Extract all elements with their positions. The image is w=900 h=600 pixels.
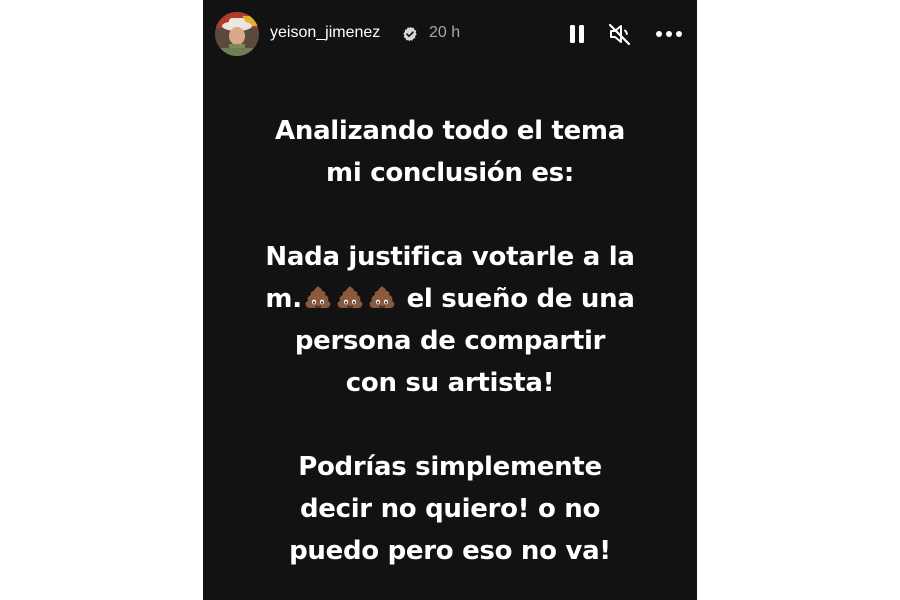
text-line: persona de compartir xyxy=(294,326,606,356)
avatar[interactable] xyxy=(215,12,259,56)
pile-of-poo-emoji-icon xyxy=(304,283,332,311)
pause-icon xyxy=(570,25,584,43)
text-line: Analizando todo el tema xyxy=(275,116,625,146)
text-fragment: el sueño de una xyxy=(406,284,635,314)
text-fragment: m. xyxy=(265,284,302,314)
story-header: yeison_jimenez 20 h xyxy=(203,0,697,68)
post-time: 20 h xyxy=(429,24,461,41)
more-options-button[interactable] xyxy=(655,20,683,48)
story-viewer[interactable]: yeison_jimenez 20 h Analizando todo el t… xyxy=(203,0,697,600)
text-line: decir no quiero! o no xyxy=(299,494,601,524)
avatar-image xyxy=(215,12,259,56)
text-line: Podrías simplemente xyxy=(298,452,602,482)
text-line: Nada justifica votarle a la xyxy=(265,242,635,272)
text-line: con su artista! xyxy=(345,368,555,398)
story-text: Analizando todo el tema mi conclusión es… xyxy=(203,110,697,572)
pause-button[interactable] xyxy=(563,20,591,48)
pile-of-poo-emoji-icon xyxy=(368,283,396,311)
mute-button[interactable] xyxy=(606,20,634,48)
speaker-muted-icon xyxy=(608,23,631,46)
verified-badge-icon xyxy=(402,26,418,42)
text-line: puedo pero eso no va! xyxy=(289,536,611,566)
more-horizontal-icon xyxy=(656,31,682,37)
pile-of-poo-emoji-icon xyxy=(336,283,364,311)
username[interactable]: yeison_jimenez xyxy=(270,23,380,43)
text-line: mi conclusión es: xyxy=(326,158,574,188)
text-line-with-emoji: m. el sueño de una xyxy=(203,278,697,320)
